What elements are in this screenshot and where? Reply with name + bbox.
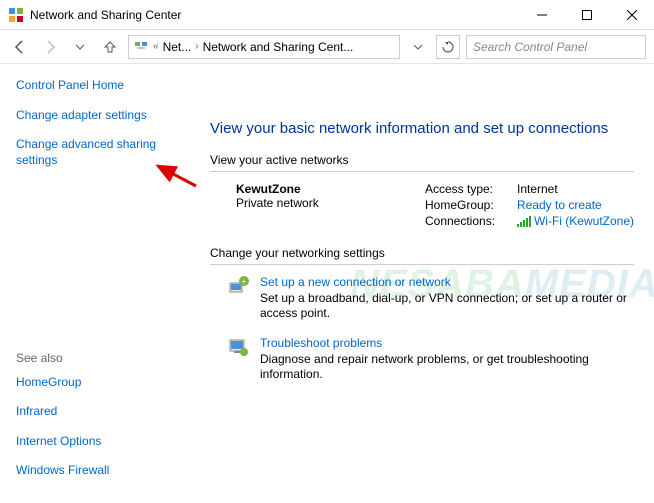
seealso-internet-options[interactable]: Internet Options [16,434,190,450]
breadcrumb-icon [133,39,149,55]
chevron-icon: › [195,41,198,52]
navbar: « Net... › Network and Sharing Cent... S… [0,30,654,64]
change-settings-label: Change your networking settings [210,246,634,260]
homegroup-link[interactable]: Ready to create [517,198,602,212]
setup-connection-title[interactable]: Set up a new connection or network [260,275,634,289]
svg-text:+: + [242,277,247,286]
breadcrumb-item[interactable]: Network and Sharing Cent... [203,40,354,54]
main-content: NESABAMEDIA View your basic network info… [200,64,654,503]
access-type-value: Internet [517,182,558,196]
forward-button[interactable] [38,35,62,59]
change-advanced-sharing-link[interactable]: Change advanced sharing settings [16,137,190,168]
breadcrumb-item[interactable]: Net... [163,40,192,54]
setup-connection-desc: Set up a broadband, dial-up, or VPN conn… [260,291,634,322]
see-also-label: See also [16,351,190,365]
divider [210,264,634,265]
sidebar: Control Panel Home Change adapter settin… [0,64,200,503]
homegroup-label: HomeGroup: [425,198,509,212]
refresh-button[interactable] [436,35,460,59]
troubleshoot-item[interactable]: Troubleshoot problems Diagnose and repai… [210,336,634,383]
setup-connection-icon: + [228,275,250,297]
divider [210,171,634,172]
change-adapter-link[interactable]: Change adapter settings [16,108,190,124]
setup-connection-item[interactable]: + Set up a new connection or network Set… [210,275,634,322]
access-type-label: Access type: [425,182,509,196]
breadcrumb[interactable]: « Net... › Network and Sharing Cent... [128,35,400,59]
connection-link[interactable]: Wi-Fi (KewutZone) [517,214,634,228]
titlebar: Network and Sharing Center [0,0,654,30]
maximize-button[interactable] [564,0,609,29]
up-button[interactable] [98,35,122,59]
network-type: Private network [236,196,319,210]
close-button[interactable] [609,0,654,29]
window-title: Network and Sharing Center [30,8,519,22]
search-placeholder: Search Control Panel [473,40,587,54]
search-input[interactable]: Search Control Panel [466,35,646,59]
troubleshoot-desc: Diagnose and repair network problems, or… [260,352,634,383]
troubleshoot-title[interactable]: Troubleshoot problems [260,336,634,350]
network-name: KewutZone [236,182,319,196]
wifi-icon [517,216,531,227]
seealso-homegroup[interactable]: HomeGroup [16,375,190,391]
page-heading: View your basic network information and … [210,119,634,139]
active-networks-label: View your active networks [210,153,634,167]
back-button[interactable] [8,35,32,59]
troubleshoot-icon [228,336,250,358]
seealso-firewall[interactable]: Windows Firewall [16,463,190,479]
recent-dropdown[interactable] [68,35,92,59]
breadcrumb-dropdown[interactable] [406,35,430,59]
chevron-icon: « [153,41,159,52]
app-icon [8,7,24,23]
seealso-infrared[interactable]: Infrared [16,404,190,420]
connections-label: Connections: [425,214,509,228]
minimize-button[interactable] [519,0,564,29]
active-network-row: KewutZone Private network Access type: In… [210,182,634,230]
control-panel-home-link[interactable]: Control Panel Home [16,78,190,94]
